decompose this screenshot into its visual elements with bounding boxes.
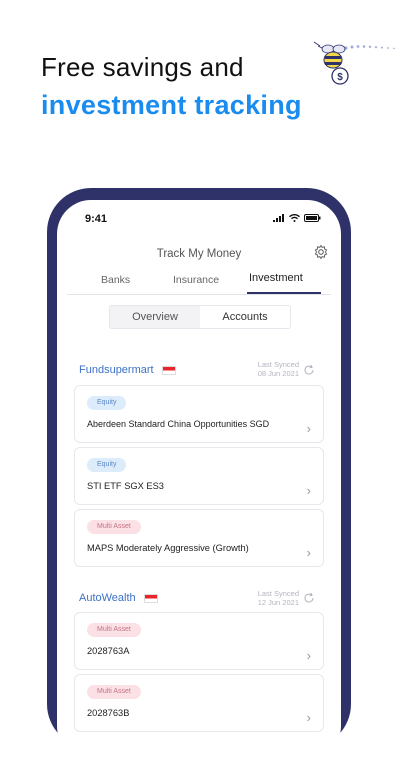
chevron-right-icon: › — [306, 545, 311, 560]
refresh-icon[interactable] — [303, 592, 315, 604]
tab-investment[interactable]: Investment — [249, 272, 303, 284]
bee-coin-mascot-icon: $ — [313, 41, 395, 85]
last-synced: Last Synced 08 Jun 2021 — [258, 360, 299, 378]
account-name: STI ETF SGX ES3 — [87, 481, 164, 491]
provider-name-fundsupermart: Fundsupermart — [79, 364, 176, 376]
chevron-right-icon: › — [306, 483, 311, 498]
provider-name-autowealth: AutoWealth — [79, 592, 158, 604]
account-card[interactable]: Equity Aberdeen Standard China Opportuni… — [74, 385, 324, 443]
category-tabs: Banks Insurance Investment — [67, 270, 331, 295]
tab-insurance[interactable]: Insurance — [173, 274, 219, 286]
segment-accounts[interactable]: Accounts — [200, 306, 290, 328]
account-card[interactable]: Multi Asset 2028763B › — [74, 674, 324, 732]
last-synced-date: 08 Jun 2021 — [257, 369, 299, 378]
wifi-icon — [289, 214, 300, 222]
chevron-right-icon: › — [306, 648, 311, 663]
account-name: 2028763A — [87, 646, 130, 656]
signal-icon — [273, 214, 284, 222]
account-card[interactable]: Multi Asset 2028763A › — [74, 612, 324, 670]
account-name: 2028763B — [87, 708, 130, 718]
account-name: Aberdeen Standard China Opportunities SG… — [87, 419, 270, 429]
status-icons — [273, 214, 321, 222]
segment-overview[interactable]: Overview — [110, 306, 200, 328]
chevron-right-icon: › — [306, 710, 311, 725]
asset-type-badge: Multi Asset — [87, 685, 141, 699]
svg-text:$: $ — [337, 72, 343, 83]
last-synced: Last Synced 12 Jun 2021 — [258, 589, 299, 607]
view-segmented-control: Overview Accounts — [109, 305, 291, 329]
phone-mockup: 9:41 Track My Money Banks Insurance Inve… — [47, 188, 351, 760]
active-tab-indicator — [247, 292, 321, 294]
tab-banks[interactable]: Banks — [101, 274, 130, 286]
singapore-flag-icon — [161, 365, 176, 375]
app-screen: 9:41 Track My Money Banks Insurance Inve… — [57, 200, 341, 760]
refresh-icon[interactable] — [303, 364, 315, 376]
battery-icon — [304, 214, 321, 222]
asset-type-badge: Multi Asset — [87, 623, 141, 637]
provider-label: Fundsupermart — [79, 364, 154, 376]
last-synced-date: 12 Jun 2021 — [257, 598, 299, 607]
gear-icon[interactable] — [313, 244, 329, 260]
app-title: Track My Money — [156, 248, 242, 260]
account-card[interactable]: Equity STI ETF SGX ES3 › — [74, 447, 324, 505]
hero-subtitle: investment tracking — [41, 90, 302, 120]
status-time: 9:41 — [85, 213, 108, 225]
last-synced-label: Last Synced — [257, 360, 299, 369]
account-card[interactable]: Multi Asset MAPS Moderately Aggressive (… — [74, 509, 324, 567]
provider-label: AutoWealth — [79, 592, 136, 604]
asset-type-badge: Equity — [87, 396, 127, 410]
asset-type-badge: Equity — [87, 458, 127, 472]
hero-title: Free savings and — [41, 52, 244, 82]
account-name: MAPS Moderately Aggressive (Growth) — [87, 543, 249, 553]
last-synced-label: Last Synced — [257, 589, 299, 598]
asset-type-badge: Multi Asset — [87, 520, 141, 534]
chevron-right-icon: › — [306, 421, 311, 436]
singapore-flag-icon — [143, 593, 158, 603]
